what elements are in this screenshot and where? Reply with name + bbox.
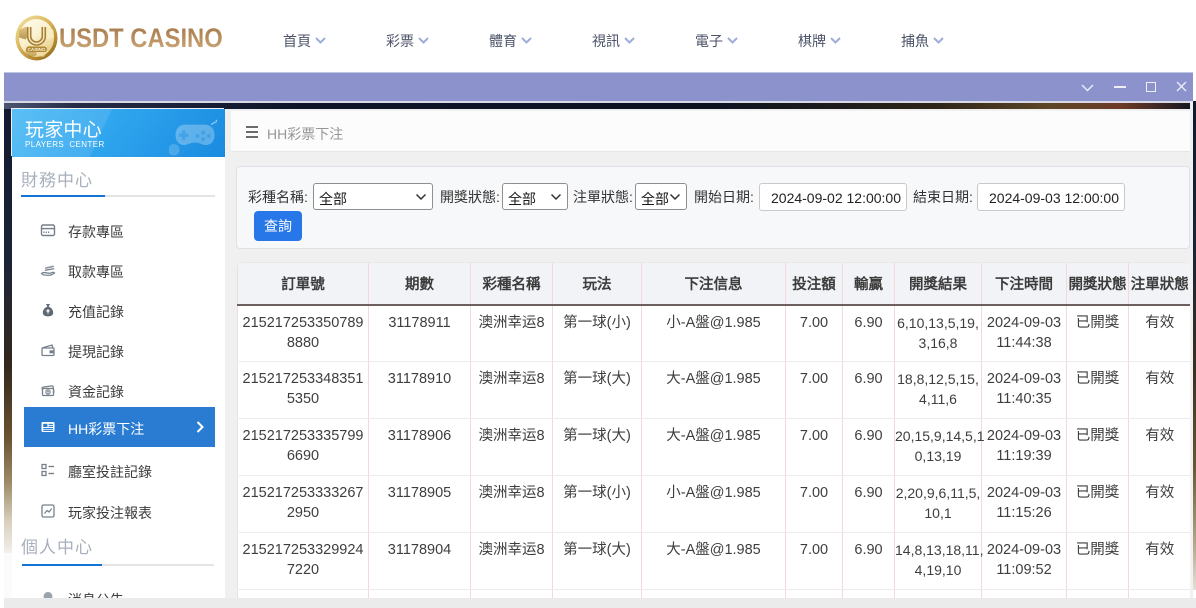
svg-text:CASINO: CASINO: [28, 47, 46, 52]
